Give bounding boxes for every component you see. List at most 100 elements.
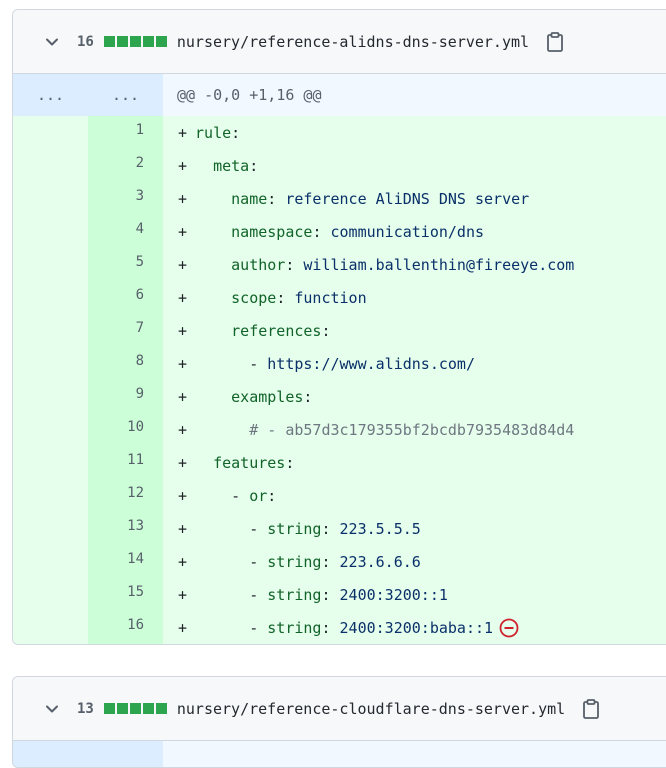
yaml-comment: # - ab57d3c179355bf2bcdb7935483d84d4 [249, 420, 575, 439]
code-cell: + - or: [163, 479, 666, 512]
yaml-value: 223.6.6.6 [339, 552, 421, 571]
new-line-number[interactable]: 6 [88, 281, 163, 314]
plus-marker: + [178, 288, 188, 307]
diff-line: 9 + examples: [13, 380, 666, 413]
yaml-value: 2400:3200::1 [339, 585, 448, 604]
plus-marker: + [178, 189, 188, 208]
new-line-number[interactable]: 7 [88, 314, 163, 347]
old-line-number[interactable] [13, 347, 88, 380]
chevron-down-icon[interactable] [43, 700, 61, 718]
old-line-number[interactable] [13, 215, 88, 248]
yaml-separator: : [267, 486, 277, 505]
yaml-key: string [267, 585, 322, 604]
yaml-separator: : [285, 453, 295, 472]
old-line-number[interactable] [13, 611, 88, 644]
new-line-number[interactable]: 11 [88, 446, 163, 479]
code-cell: + - https://www.alidns.com/ [163, 347, 666, 380]
diff-line: 14 + - string: 223.6.6.6 [13, 545, 666, 578]
diff-line: 15 + - string: 2400:3200::1 [13, 578, 666, 611]
new-line-number[interactable]: 8 [88, 347, 163, 380]
old-line-number[interactable] [13, 116, 88, 149]
old-line-number[interactable] [13, 182, 88, 215]
yaml-key: examples [231, 387, 304, 406]
yaml-key: string [267, 552, 322, 571]
yaml-key: or [249, 486, 268, 505]
plus-marker: + [178, 486, 188, 505]
new-line-number[interactable]: 12 [88, 479, 163, 512]
plus-marker: + [178, 552, 188, 571]
new-line-number[interactable]: 3 [88, 182, 163, 215]
new-line-number[interactable]: 9 [88, 380, 163, 413]
diff-line: 10 + # - ab57d3c179355bf2bcdb7935483d84d4 [13, 413, 666, 446]
old-line-number[interactable] [13, 545, 88, 578]
yaml-value: 2400:3200:baba::1 [339, 618, 494, 637]
old-line-number[interactable] [13, 281, 88, 314]
clipboard-icon[interactable] [545, 31, 565, 53]
indent: - [195, 519, 268, 538]
diffstat-blocks [103, 36, 167, 47]
new-line-number[interactable]: 13 [88, 512, 163, 545]
diff-line: 13 + - string: 223.5.5.5 [13, 512, 666, 545]
yaml-key: namespace [231, 222, 313, 241]
diff-file-cloudflare: 13 nursery/reference-cloudflare-dns-serv… [12, 676, 666, 768]
yaml-separator: : [276, 288, 295, 307]
yaml-value: william.ballenthin@fireeye.com [303, 255, 575, 274]
old-line-number[interactable] [13, 446, 88, 479]
old-line-number[interactable] [13, 248, 88, 281]
plus-marker: + [178, 618, 188, 637]
yaml-key: author [231, 255, 286, 274]
old-line-number[interactable] [13, 149, 88, 182]
code-cell: + # - ab57d3c179355bf2bcdb7935483d84d4 [163, 413, 666, 446]
new-line-number[interactable]: 14 [88, 545, 163, 578]
new-line-number[interactable]: 4 [88, 215, 163, 248]
clipboard-icon[interactable] [581, 698, 601, 720]
diff-line: 2 + meta: [13, 149, 666, 182]
new-line-number[interactable]: 2 [88, 149, 163, 182]
old-line-number[interactable] [13, 314, 88, 347]
hunk-expand-old[interactable]: ... [13, 74, 88, 116]
old-line-number[interactable] [13, 578, 88, 611]
yaml-key: rule [195, 123, 232, 142]
code-cell: + - string: 223.6.6.6 [163, 545, 666, 578]
yaml-separator: : [249, 156, 259, 175]
code-cell: + name: reference AliDNS DNS server [163, 182, 666, 215]
hunk-header: @@ -0,0 +1,16 @@ [163, 74, 666, 116]
yaml-separator: : [321, 618, 340, 637]
yaml-key: string [267, 618, 322, 637]
code-cell: + features: [163, 446, 666, 479]
diff-line: 12 + - or: [13, 479, 666, 512]
code-cell: + examples: [163, 380, 666, 413]
diff-line: 1 + rule: [13, 116, 666, 149]
file-name[interactable]: nursery/reference-cloudflare-dns-server.… [177, 700, 565, 718]
new-line-number[interactable]: 15 [88, 578, 163, 611]
new-line-number[interactable]: 5 [88, 248, 163, 281]
file-name[interactable]: nursery/reference-alidns-dns-server.yml [177, 33, 529, 51]
hunk-header-row [13, 741, 666, 767]
plus-marker: + [178, 156, 188, 175]
old-line-number[interactable] [13, 512, 88, 545]
old-line-number[interactable] [13, 380, 88, 413]
code-cell: + - string: 2400:3200:baba::1 [163, 611, 666, 644]
indent: - [195, 486, 250, 505]
plus-marker: + [178, 420, 188, 439]
file-header: 16 nursery/reference-alidns-dns-server.y… [13, 10, 666, 74]
yaml-separator: : [321, 321, 331, 340]
new-line-number[interactable]: 10 [88, 413, 163, 446]
diff-line: 3 + name: reference AliDNS DNS server [13, 182, 666, 215]
file-header: 13 nursery/reference-cloudflare-dns-serv… [13, 677, 666, 741]
hunk-expand-new[interactable]: ... [88, 74, 163, 116]
yaml-key: features [213, 453, 286, 472]
plus-marker: + [178, 123, 188, 142]
yaml-separator: : [321, 585, 340, 604]
plus-marker: + [178, 321, 188, 340]
diffstat-blocks [103, 703, 167, 714]
chevron-down-icon[interactable] [43, 33, 61, 51]
old-line-number[interactable] [13, 413, 88, 446]
new-line-number[interactable]: 1 [88, 116, 163, 149]
old-line-number[interactable] [13, 479, 88, 512]
no-entry-icon [499, 618, 519, 638]
new-line-number[interactable]: 16 [88, 611, 163, 644]
